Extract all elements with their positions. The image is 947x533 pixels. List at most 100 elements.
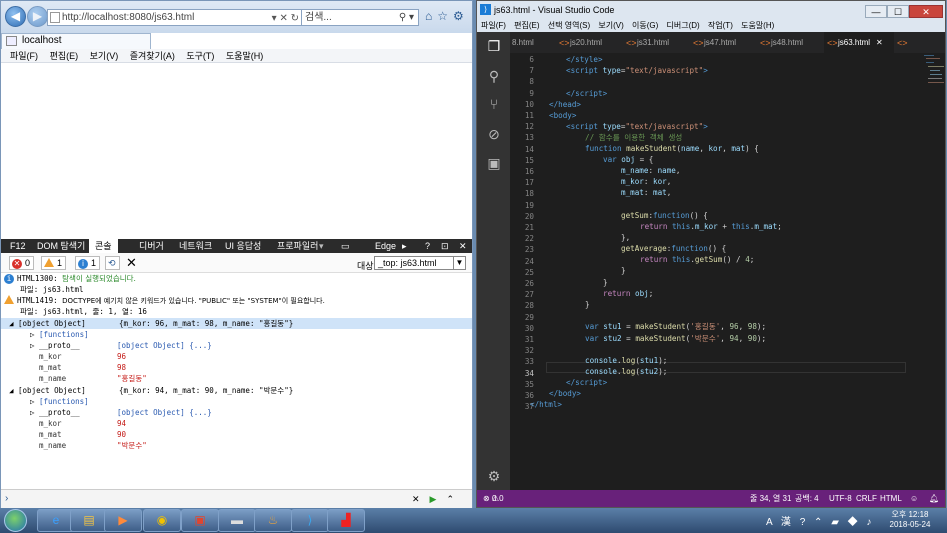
code-editor[interactable]: 6 7 8 9 10 11 12 13 14 15 16 17 18 19 20 21 22 23 24 25 26 27…	[510, 53, 945, 490]
menu-tasks[interactable]: 작업(T)	[708, 21, 733, 30]
search-icon[interactable]: ⚲ ▾	[399, 10, 414, 25]
tab-profiler[interactable]: 프로파일러	[277, 239, 318, 253]
console-input[interactable]: › ✕▶⌃	[1, 489, 472, 508]
help-icon[interactable]: ?	[425, 239, 430, 253]
monitor-icon[interactable]: ▭	[341, 239, 350, 253]
functions-node[interactable]: ▷ [functions]	[1, 329, 472, 340]
menu-favorites[interactable]: 즐겨찾기(A)	[130, 51, 175, 61]
menu-file[interactable]: 파일(F)	[481, 21, 506, 30]
search-icon[interactable]: ⚲	[486, 68, 502, 84]
tab-dom-explorer[interactable]: DOM 탐색기	[37, 239, 85, 253]
proto-node[interactable]: ▷ __proto__ [object Object] {...}	[1, 340, 472, 351]
menu-help[interactable]: 도움말(H)	[226, 51, 263, 61]
functions-node[interactable]: ▷ [functions]	[1, 396, 472, 407]
menu-edit[interactable]: 편집(E)	[50, 51, 79, 61]
folder-taskbar-icon[interactable]: ▤	[70, 509, 108, 532]
search-input[interactable]: 검색... ⚲ ▾	[301, 9, 419, 26]
java-taskbar-icon[interactable]: ♨	[254, 509, 292, 532]
chevron-down-icon[interactable]: ▾	[319, 239, 324, 253]
menu-selection[interactable]: 선택 영역(S)	[548, 21, 590, 30]
back-button[interactable]: ◀	[5, 6, 26, 27]
tab-network[interactable]: 네트워크	[179, 239, 212, 253]
indentation[interactable]: 공백: 4	[795, 490, 819, 507]
line-ending[interactable]: CRLF	[856, 490, 877, 507]
clock[interactable]: 오후 12:18 2018-05-24	[885, 510, 935, 530]
error-filter[interactable]: ✕ 0	[9, 256, 35, 270]
start-button[interactable]	[4, 509, 27, 532]
chrome-taskbar-icon[interactable]: ◉	[143, 509, 181, 532]
tray-icons[interactable]: ⌃ ▰ ◆ ♪	[814, 517, 874, 528]
expand-icon[interactable]: ◢	[9, 319, 14, 328]
message-file[interactable]: 파일: js63.html, 줄: 1, 열: 16	[1, 306, 472, 317]
tab-overflow[interactable]: <>	[894, 32, 914, 53]
property-key: m_name	[39, 374, 67, 383]
close-icon[interactable]: ✕	[876, 38, 883, 47]
pdf-taskbar-icon[interactable]: ▟	[327, 509, 365, 532]
close-button[interactable]: ✕	[909, 5, 943, 18]
tab-js47-html[interactable]: <> js47.html	[690, 32, 757, 53]
encoding[interactable]: UTF-8	[829, 490, 852, 507]
tab-js48-html[interactable]: <> js48.html	[757, 32, 824, 53]
terminal-taskbar-icon[interactable]: ▬	[218, 509, 256, 532]
help-icon[interactable]: ?	[800, 517, 809, 528]
close-icon[interactable]: ✕	[459, 239, 467, 253]
emulation-edge[interactable]: Edge	[375, 239, 396, 253]
menu-edit[interactable]: 편집(E)	[514, 21, 539, 30]
run-icon[interactable]: ▶	[430, 494, 447, 504]
menu-file[interactable]: 파일(F)	[10, 51, 38, 61]
tab-js31-html[interactable]: <> js31.html	[623, 32, 690, 53]
object-row[interactable]: ◢ [object Object] {m_kor: 94, m_mat: 90, …	[1, 385, 472, 396]
menu-debug[interactable]: 디버그(D)	[667, 21, 700, 30]
clear-input-icon[interactable]: ✕	[412, 494, 430, 504]
tab-ui-responsiveness[interactable]: UI 응답성	[225, 239, 261, 253]
tab-js63-html[interactable]: <> js63.html ✕	[824, 32, 894, 53]
feedback-icon[interactable]: ☺	[910, 490, 918, 507]
explorer-icon[interactable]: ❐	[486, 38, 502, 54]
ie-tab[interactable]: localhost	[1, 33, 151, 49]
minimap[interactable]	[922, 53, 944, 113]
message-file[interactable]: 파일: js63.html	[1, 284, 472, 295]
tab-console[interactable]: 콘솔	[89, 239, 118, 253]
menu-help[interactable]: 도움말(H)	[741, 21, 774, 30]
functions-label: [functions]	[39, 397, 89, 406]
expand-input-icon[interactable]: ⌃	[446, 494, 464, 504]
menu-view[interactable]: 보기(V)	[598, 21, 623, 30]
target-select[interactable]: _top: js63.html ▼	[374, 256, 466, 270]
info-filter[interactable]: i1	[75, 256, 101, 270]
search-placeholder: 검색...	[305, 12, 332, 23]
menu-view[interactable]: 보기(V)	[90, 51, 119, 61]
debug-icon[interactable]: ⊘	[486, 126, 502, 142]
extensions-icon[interactable]: ▣	[486, 155, 502, 171]
menu-tools[interactable]: 도구(T)	[186, 51, 214, 61]
problems-indicator[interactable]: ⊗ 0 ⚠ 0	[483, 490, 504, 507]
refresh-icon[interactable]: ▾ ✕ ↻	[272, 11, 299, 25]
ime-indicator[interactable]: A 漢	[766, 517, 794, 528]
expand-icon[interactable]: ◢	[9, 386, 14, 395]
minimize-button[interactable]: —	[865, 5, 887, 18]
clear-on-navigate-toggle[interactable]: ⟲	[105, 256, 120, 270]
vscode-taskbar-icon[interactable]: ⟩	[291, 509, 329, 532]
media-player-taskbar-icon[interactable]: ▶	[104, 509, 142, 532]
object-row[interactable]: ◢ [object Object] {m_kor: 96, m_mat: 98, …	[1, 318, 472, 329]
undock-icon[interactable]: ⊡	[441, 239, 449, 253]
bell-icon[interactable]: 🔔︎	[929, 490, 939, 507]
proto-node[interactable]: ▷ __proto__ [object Object] {...}	[1, 407, 472, 418]
address-bar[interactable]: http://localhost:8080/js63.html ▾ ✕ ↻	[47, 9, 303, 26]
maximize-button[interactable]: ☐	[887, 5, 909, 18]
gear-icon[interactable]: ⚙	[486, 468, 502, 484]
forward-button[interactable]: ▶	[27, 6, 48, 27]
tab-8-html[interactable]: 8.html	[510, 32, 556, 53]
star-icon[interactable]: ☆	[437, 9, 453, 23]
console-icon[interactable]: ▸	[402, 239, 407, 253]
app-taskbar-icon[interactable]: ▣	[181, 509, 219, 532]
clear-console-icon[interactable]: ✕	[126, 255, 137, 271]
language-mode[interactable]: HTML	[880, 490, 902, 507]
cursor-position[interactable]: 줄 34, 열 31	[750, 490, 791, 507]
warning-filter[interactable]: 1	[41, 256, 67, 270]
home-icon[interactable]: ⌂	[425, 9, 437, 23]
gear-icon[interactable]: ⚙	[453, 9, 469, 23]
tab-js20-html[interactable]: <> js20.html	[556, 32, 623, 53]
tab-debugger[interactable]: 디버거	[139, 239, 164, 253]
source-control-icon[interactable]: ⑂	[486, 96, 502, 112]
menu-go[interactable]: 이동(G)	[632, 21, 658, 30]
